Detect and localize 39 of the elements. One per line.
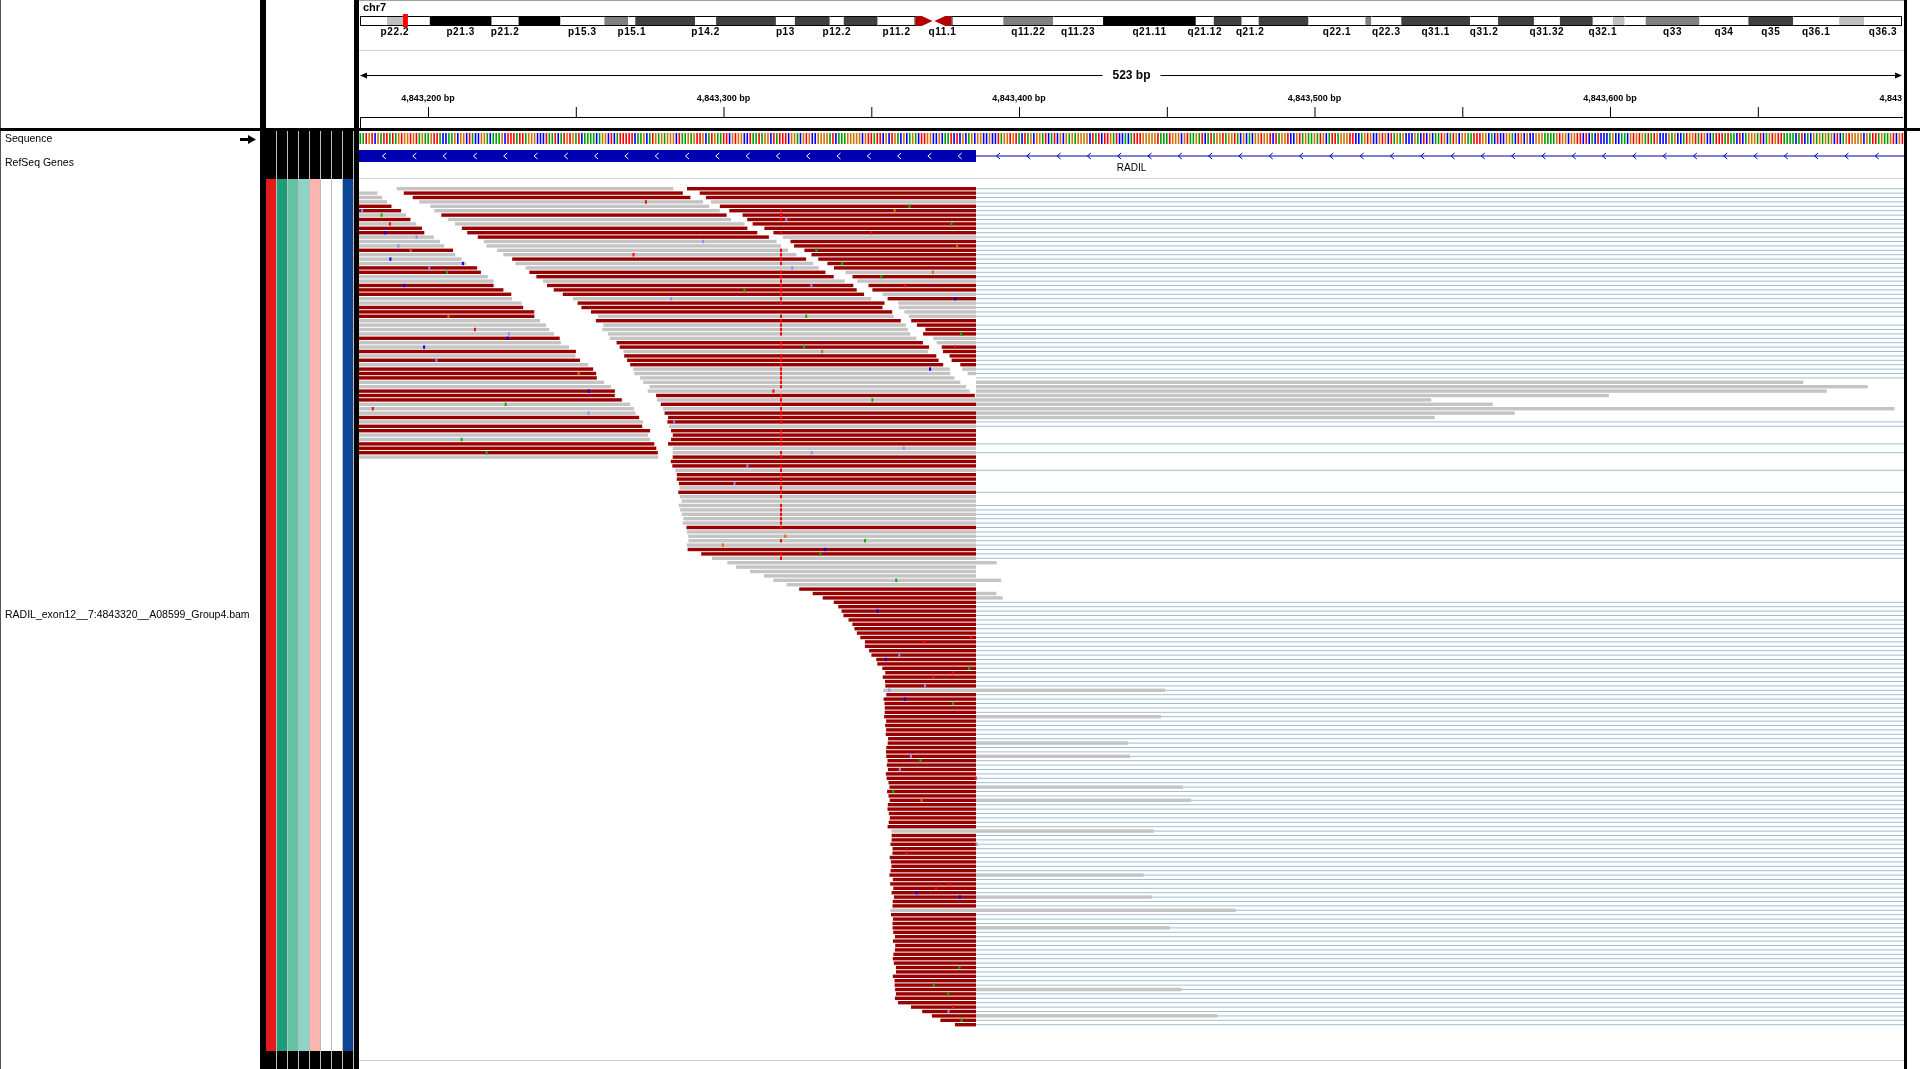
band-label: p12.2 [822, 26, 852, 37]
band-label: p21.2 [490, 26, 520, 37]
band-label: q11.22 [1011, 26, 1046, 37]
band-label: q32.1 [1588, 26, 1618, 37]
band-label: q36.1 [1801, 26, 1831, 37]
band-label: q22.1 [1322, 26, 1352, 37]
band-label: p13 [775, 26, 795, 37]
band-label: q21.12 [1187, 26, 1223, 37]
tick-label: 4,843,200 bp [401, 93, 455, 103]
band-label: q21.2 [1235, 26, 1265, 37]
band-label: q11.23 [1061, 26, 1096, 37]
band-label: p11.2 [882, 26, 911, 37]
chromosome-name: chr7 [363, 1, 387, 13]
band-label: q11.1 [928, 26, 957, 37]
arrow-right-icon[interactable] [240, 134, 256, 144]
span-label: 523 bp [1112, 68, 1151, 82]
track-name: Sequence [5, 133, 53, 145]
band-label: q31.1 [1421, 26, 1450, 37]
band-label: p21.3 [446, 26, 475, 37]
band-label: p14.2 [691, 26, 720, 37]
band-label: q31.2 [1469, 26, 1499, 37]
band-label: q36.3 [1868, 26, 1898, 37]
band-label: p15.1 [617, 26, 647, 37]
gene-label: RADIL [1116, 162, 1147, 173]
band-label: q34 [1714, 26, 1734, 37]
tick-label: 4,843 [1879, 93, 1902, 103]
band-label: p22.2 [380, 26, 410, 37]
tick-label: 4,843,300 bp [696, 93, 751, 103]
tick-label: 4,843,400 bp [992, 93, 1046, 103]
band-label: q35 [1761, 26, 1781, 37]
band-label: q21.11 [1132, 26, 1167, 37]
tick-label: 4,843,600 bp [1583, 93, 1637, 103]
track-name: RefSeq Genes [5, 157, 74, 169]
band-label: p15.3 [568, 26, 597, 37]
track-name: RADIL_exon12__7:4843320__A08599_Group4.bam [5, 609, 250, 621]
band-label: q31.32 [1529, 26, 1565, 37]
band-label: q22.3 [1372, 26, 1401, 37]
band-label: q33 [1663, 26, 1683, 37]
tick-label: 4,843,500 bp [1287, 93, 1342, 103]
